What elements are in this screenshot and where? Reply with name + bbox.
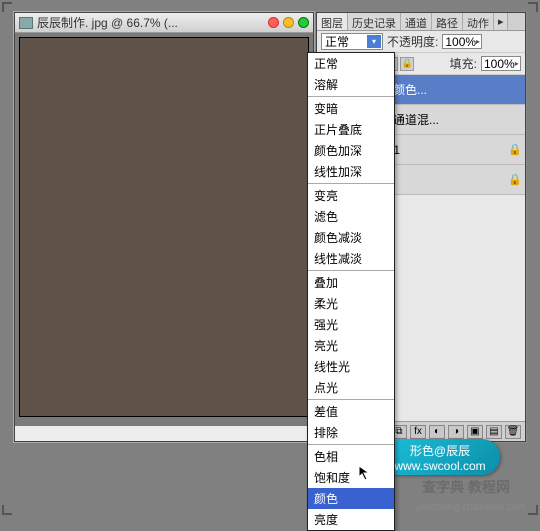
blend-option[interactable]: 颜色: [308, 488, 394, 509]
new-layer-icon[interactable]: ▤: [486, 425, 502, 439]
tab-history[interactable]: 历史记录: [348, 13, 401, 30]
canvas-area: [15, 33, 313, 426]
blend-option[interactable]: 强光: [308, 314, 394, 335]
canvas[interactable]: [19, 37, 309, 417]
blend-option[interactable]: 线性减淡: [308, 248, 394, 269]
mask-icon[interactable]: ◐: [429, 425, 445, 439]
watermark-text-1: 查字典 教程网: [422, 477, 510, 497]
doc-icon: [19, 17, 33, 29]
blend-option[interactable]: 亮光: [308, 335, 394, 356]
separator: [308, 444, 394, 445]
watermark-text-2: jiaocheng.chazidian.com: [416, 502, 526, 513]
bubble-line1: 形色@辰辰: [410, 442, 470, 459]
blend-option[interactable]: 颜色加深: [308, 140, 394, 161]
blend-option[interactable]: 排除: [308, 422, 394, 443]
blend-option[interactable]: 正常: [308, 53, 394, 74]
tab-actions[interactable]: 动作: [463, 13, 494, 30]
folder-icon[interactable]: ▣: [467, 425, 483, 439]
layer-name: 通道混...: [393, 111, 522, 128]
blend-option[interactable]: 色相: [308, 446, 394, 467]
titlebar[interactable]: 辰辰制作. jpg @ 66.7% (...: [15, 13, 313, 33]
panel-tabs: 图层 历史记录 通道 路径 动作 ▸: [317, 13, 525, 31]
opacity-label: 不透明度:: [387, 33, 438, 50]
watermark-bubble: 形色@辰辰 www.swcool.com: [380, 439, 500, 475]
layer-name: 颜色...: [393, 81, 522, 98]
blend-option[interactable]: 差值: [308, 401, 394, 422]
minimize-button[interactable]: [283, 17, 294, 28]
tab-channels[interactable]: 通道: [401, 13, 432, 30]
zoom-button[interactable]: [298, 17, 309, 28]
separator: [308, 96, 394, 97]
blend-option[interactable]: 柔光: [308, 293, 394, 314]
tab-layers[interactable]: 图层: [317, 13, 348, 30]
fill-input[interactable]: 100%▸: [481, 56, 521, 71]
blend-option[interactable]: 滤色: [308, 206, 394, 227]
blend-option[interactable]: 饱和度: [308, 467, 394, 488]
close-button[interactable]: [268, 17, 279, 28]
blend-option[interactable]: 叠加: [308, 272, 394, 293]
blend-mode-select[interactable]: 正常 ▾: [321, 33, 383, 50]
blend-option[interactable]: 颜色减淡: [308, 227, 394, 248]
lock-icon: 🔒: [508, 173, 522, 186]
blend-option[interactable]: 点光: [308, 377, 394, 398]
blend-option[interactable]: 溶解: [308, 74, 394, 95]
tab-paths[interactable]: 路径: [432, 13, 463, 30]
fx-icon[interactable]: fx: [410, 425, 426, 439]
bubble-line2: www.swcool.com: [394, 459, 485, 473]
panel-menu-icon[interactable]: ▸: [494, 13, 508, 30]
doc-title: 辰辰制作. jpg @ 66.7% (...: [37, 14, 268, 31]
blend-option[interactable]: 正片叠底: [308, 119, 394, 140]
blend-option[interactable]: 变暗: [308, 98, 394, 119]
separator: [308, 183, 394, 184]
fill-label: 填充:: [450, 55, 477, 72]
blend-mode-dropdown[interactable]: 正常溶解变暗正片叠底颜色加深线性加深变亮滤色颜色减淡线性减淡叠加柔光强光亮光线性…: [307, 52, 395, 531]
lock-icon: 🔒: [508, 143, 522, 156]
blend-mode-value: 正常: [325, 33, 349, 50]
blend-option[interactable]: 线性加深: [308, 161, 394, 182]
document-window: 辰辰制作. jpg @ 66.7% (...: [14, 12, 314, 442]
opacity-input[interactable]: 100%▸: [442, 34, 482, 49]
blend-option[interactable]: 线性光: [308, 356, 394, 377]
blend-option[interactable]: 亮度: [308, 509, 394, 530]
adjustment-icon[interactable]: ◑: [448, 425, 464, 439]
separator: [308, 270, 394, 271]
blend-option[interactable]: 变亮: [308, 185, 394, 206]
lock-all-icon[interactable]: 🔒: [400, 57, 414, 71]
trash-icon[interactable]: 🗑: [505, 425, 521, 439]
separator: [308, 399, 394, 400]
chevron-down-icon: ▾: [367, 35, 381, 48]
